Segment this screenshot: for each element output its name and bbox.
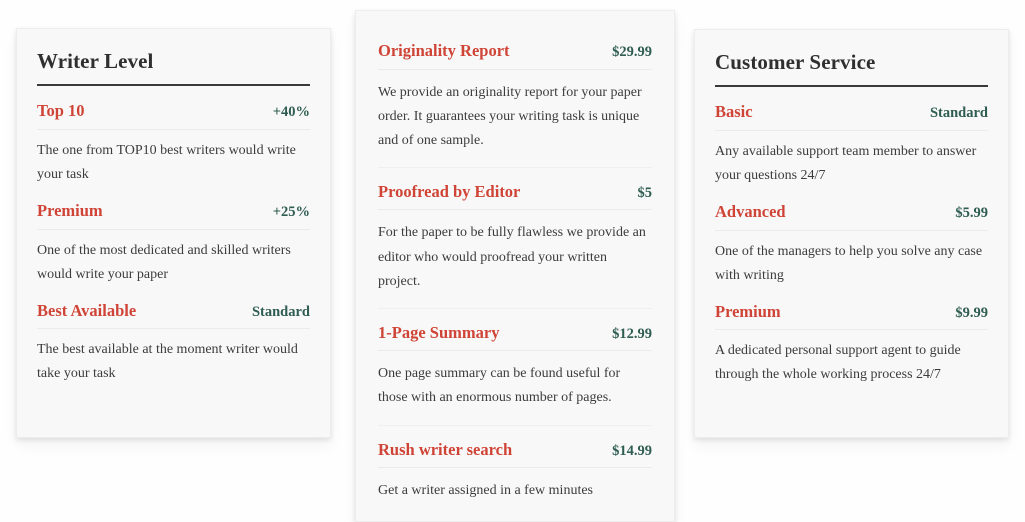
option-description: The best available at the moment writer … (37, 342, 298, 382)
option-header: 1-Page Summary $12.99 (378, 323, 652, 352)
option-value: $5.99 (955, 204, 988, 221)
card-writer-level-title: Writer Level (37, 49, 310, 87)
option-description: One of the managers to help you solve an… (715, 243, 983, 283)
option-value: Standard (251, 303, 310, 320)
option-name: Advanced (715, 201, 786, 221)
option-name: Rush writer search (378, 439, 513, 459)
option-value: +25% (272, 203, 310, 220)
option-row[interactable]: Basic Standard Any available support tea… (715, 102, 988, 188)
card-customer-service-title: Customer Service (715, 50, 988, 88)
option-row[interactable]: Advanced $5.99 One of the managers to he… (715, 202, 988, 288)
option-value: $29.99 (612, 44, 652, 60)
option-value: $5 (637, 184, 653, 201)
card-customer-service-body: Customer Service Basic Standard Any avai… (695, 30, 1008, 404)
option-value: Standard (929, 105, 988, 122)
option-description: A dedicated personal support agent to gu… (715, 343, 961, 383)
option-description: The one from TOP10 best writers would wr… (37, 142, 296, 182)
card-add-ons-body: Originality Report $29.99 We provide an … (356, 11, 674, 519)
option-description: One page summary can be found useful for… (378, 366, 621, 406)
option-name: Proofread by Editor (378, 181, 521, 201)
option-header: Advanced $5.99 (715, 202, 988, 231)
option-value: $14.99 (612, 442, 652, 459)
option-row[interactable]: 1-Page Summary $12.99 One page summary c… (378, 307, 652, 411)
option-description: For the paper to be fully flawless we pr… (378, 225, 646, 289)
option-row[interactable]: Premium $9.99 A dedicated personal suppo… (715, 302, 988, 388)
option-name: Premium (37, 200, 103, 220)
option-value: $12.99 (612, 325, 652, 342)
option-header: Premium $9.99 (715, 302, 988, 331)
card-customer-service: Customer Service Basic Standard Any avai… (694, 29, 1009, 438)
option-row[interactable]: Premium +25% One of the most dedicated a… (37, 201, 310, 287)
card-add-ons: Originality Report $29.99 We provide an … (355, 10, 675, 522)
option-value: +40% (272, 104, 310, 121)
option-name: Originality Report (378, 41, 510, 60)
option-name: 1-Page Summary (378, 322, 500, 342)
option-description: Get a writer assigned in a few minutes (378, 483, 593, 499)
option-description: We provide an originality report for you… (378, 84, 642, 148)
option-name: Basic (715, 102, 753, 122)
card-writer-level: Writer Level Top 10 +40% The one from TO… (16, 28, 331, 438)
option-value: $9.99 (955, 304, 988, 321)
option-header: Rush writer search $14.99 (378, 440, 652, 469)
option-description: Any available support team member to ans… (715, 143, 977, 183)
option-header: Originality Report $29.99 (378, 41, 652, 70)
pricing-options-board: Writer Level Top 10 +40% The one from TO… (0, 0, 1025, 522)
card-writer-level-body: Writer Level Top 10 +40% The one from TO… (17, 29, 330, 403)
option-row[interactable]: Originality Report $29.99 We provide an … (378, 27, 652, 153)
option-header: Basic Standard (715, 102, 988, 131)
option-row[interactable]: Rush writer search $14.99 Get a writer a… (378, 424, 652, 504)
option-name: Best Available (37, 300, 137, 320)
option-row[interactable]: Top 10 +40% The one from TOP10 best writ… (37, 101, 310, 187)
option-header: Best Available Standard (37, 301, 310, 330)
option-row[interactable]: Proofread by Editor $5 For the paper to … (378, 166, 652, 294)
option-name: Premium (715, 301, 781, 321)
option-name: Top 10 (37, 101, 85, 121)
option-header: Proofread by Editor $5 (378, 182, 652, 211)
option-row[interactable]: Best Available Standard The best availab… (37, 301, 310, 387)
option-description: One of the most dedicated and skilled wr… (37, 242, 291, 282)
option-header: Top 10 +40% (37, 101, 310, 130)
option-header: Premium +25% (37, 201, 310, 230)
